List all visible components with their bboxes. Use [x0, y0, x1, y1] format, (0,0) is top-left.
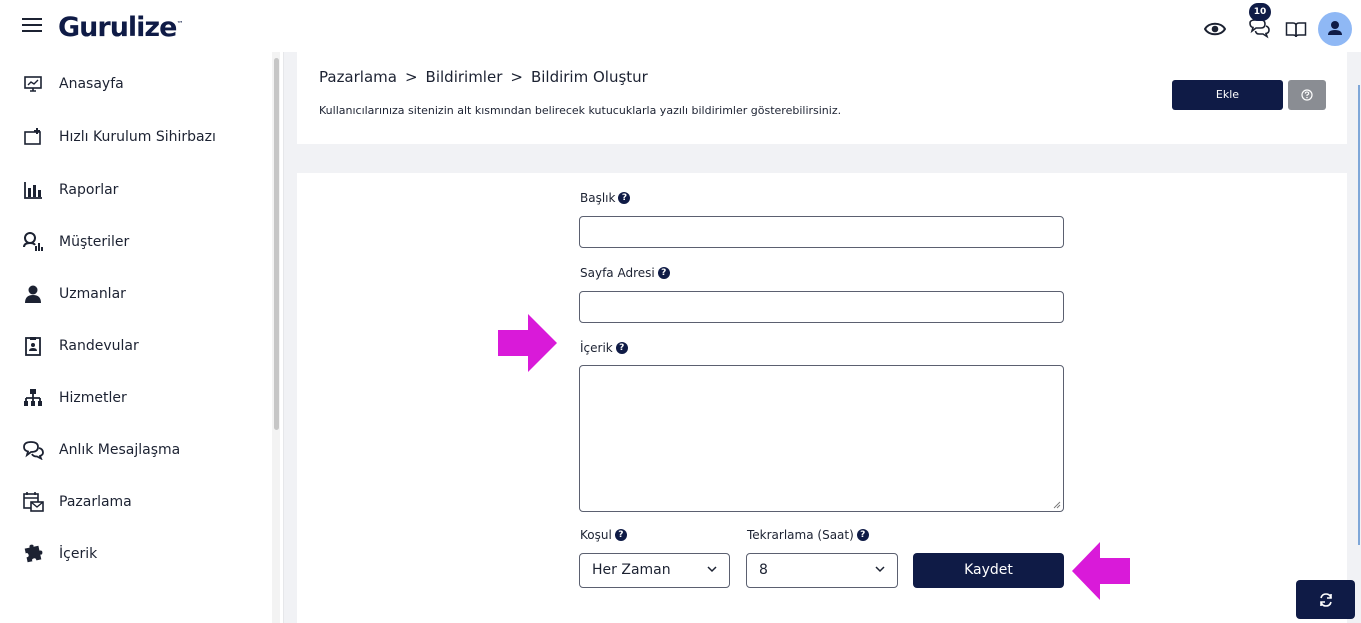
breadcrumb-current: Bildirim Oluştur — [530, 68, 648, 86]
sidebar-item-icerik[interactable]: İçerik — [0, 534, 270, 574]
logo[interactable]: Gurulize™ — [58, 12, 183, 43]
help-icon[interactable]: ? — [615, 342, 628, 354]
condition-label-text: Koşul — [580, 528, 612, 542]
logo-text: Gurulize — [58, 12, 177, 43]
window-edge — [1358, 85, 1360, 545]
title-label: Başlık? — [580, 191, 631, 205]
user-icon — [22, 283, 44, 305]
sidebar-scrollbar-thumb[interactable] — [274, 58, 279, 430]
help-icon[interactable]: ? — [618, 192, 631, 204]
sidebar-item-label: Raporlar — [59, 182, 119, 198]
sidebar: Anasayfa Hızlı Kurulum Sihirbazı Raporla… — [0, 52, 284, 623]
title-label-text: Başlık — [580, 191, 616, 205]
chat-bubbles-icon — [22, 439, 44, 461]
refresh-icon — [1319, 592, 1332, 607]
sidebar-item-anlik-mesajlasma[interactable]: Anlık Mesajlaşma — [0, 430, 270, 470]
sidebar-item-hizli-kurulum[interactable]: Hızlı Kurulum Sihirbazı — [0, 117, 270, 157]
chevron-down-icon — [707, 566, 717, 573]
sidebar-item-label: Hizmetler — [59, 390, 127, 406]
sidebar-item-pazarlama[interactable]: Pazarlama — [0, 482, 270, 522]
sidebar-item-label: Randevular — [59, 338, 139, 354]
question-circle-icon — [1301, 89, 1313, 101]
sidebar-item-label: Anasayfa — [59, 76, 124, 92]
bar-chart-icon — [22, 179, 44, 201]
sidebar-item-randevular[interactable]: Randevular — [0, 326, 270, 366]
help-icon[interactable]: ? — [856, 529, 869, 541]
breadcrumb-item[interactable]: Bildirimler — [426, 68, 503, 86]
condition-select-value: Her Zaman — [592, 562, 671, 578]
condition-select[interactable]: Her Zaman — [579, 553, 730, 588]
repeat-select-value: 8 — [759, 562, 768, 578]
arrow-left-icon — [1072, 542, 1130, 600]
chevron-down-icon — [875, 566, 885, 573]
notification-form: Başlık? Sayfa Adresi? İçerik? Koşul? Tek… — [297, 173, 1347, 623]
calendar-mail-icon — [22, 491, 44, 513]
user-icon — [1328, 21, 1342, 35]
repeat-select[interactable]: 8 — [746, 553, 898, 588]
sidebar-item-anasayfa[interactable]: Anasayfa — [0, 64, 270, 104]
help-icon[interactable]: ? — [614, 529, 627, 541]
repeat-label: Tekrarlama (Saat)? — [747, 528, 869, 542]
condition-label: Koşul? — [580, 528, 627, 542]
repeat-label-text: Tekrarlama (Saat) — [747, 528, 854, 542]
page-description: Kullanıcılarınıza sitenizin alt kısmında… — [319, 104, 842, 117]
breadcrumb: Pazarlama > Bildirimler > Bildirim Oluştur — [319, 68, 648, 86]
eye-icon[interactable] — [1204, 21, 1226, 37]
page-header: Pazarlama > Bildirimler > Bildirim Oluştur K… — [297, 52, 1347, 144]
sidebar-item-label: Anlık Mesajlaşma — [59, 442, 181, 458]
title-input[interactable] — [579, 216, 1064, 248]
menu-icon[interactable] — [22, 18, 42, 32]
breadcrumb-separator: > — [510, 68, 523, 86]
sitemap-icon — [22, 387, 44, 409]
sidebar-item-label: Uzmanlar — [59, 286, 126, 302]
resize-grip-icon[interactable] — [1053, 501, 1061, 509]
puzzle-icon — [22, 543, 44, 565]
sidebar-item-label: Pazarlama — [59, 494, 132, 510]
sidebar-item-raporlar[interactable]: Raporlar — [0, 170, 270, 210]
breadcrumb-separator: > — [404, 68, 418, 86]
setup-wizard-icon — [22, 126, 44, 148]
save-button[interactable]: Kaydet — [913, 553, 1064, 588]
notification-badge: 10 — [1249, 3, 1271, 21]
url-label-text: Sayfa Adresi — [580, 266, 655, 280]
help-button[interactable] — [1288, 80, 1326, 110]
sidebar-item-label: Müşteriler — [59, 234, 130, 250]
breadcrumb-item[interactable]: Pazarlama — [319, 68, 397, 86]
content-textarea[interactable] — [579, 365, 1064, 512]
logo-trademark: ™ — [176, 20, 184, 28]
help-icon[interactable]: ? — [657, 267, 670, 279]
sidebar-item-label: İçerik — [59, 546, 98, 562]
top-bar: Gurulize™ 10 — [0, 0, 1361, 52]
book-icon[interactable] — [1285, 21, 1307, 38]
sidebar-item-musteriler[interactable]: Müşteriler — [0, 222, 270, 262]
url-input[interactable] — [579, 291, 1064, 323]
avatar[interactable] — [1318, 12, 1352, 46]
sidebar-item-uzmanlar[interactable]: Uzmanlar — [0, 274, 270, 314]
dashboard-icon — [22, 73, 44, 95]
url-label: Sayfa Adresi? — [580, 266, 670, 280]
arrow-right-icon — [498, 314, 557, 372]
add-button[interactable]: Ekle — [1172, 80, 1283, 110]
sidebar-item-label: Hızlı Kurulum Sihirbazı — [59, 129, 216, 145]
content-label: İçerik? — [580, 341, 628, 355]
content-label-text: İçerik — [580, 341, 613, 355]
appointment-icon — [22, 335, 44, 357]
customers-icon — [22, 231, 44, 253]
sidebar-item-hizmetler[interactable]: Hizmetler — [0, 378, 270, 418]
refresh-button[interactable] — [1296, 580, 1355, 619]
